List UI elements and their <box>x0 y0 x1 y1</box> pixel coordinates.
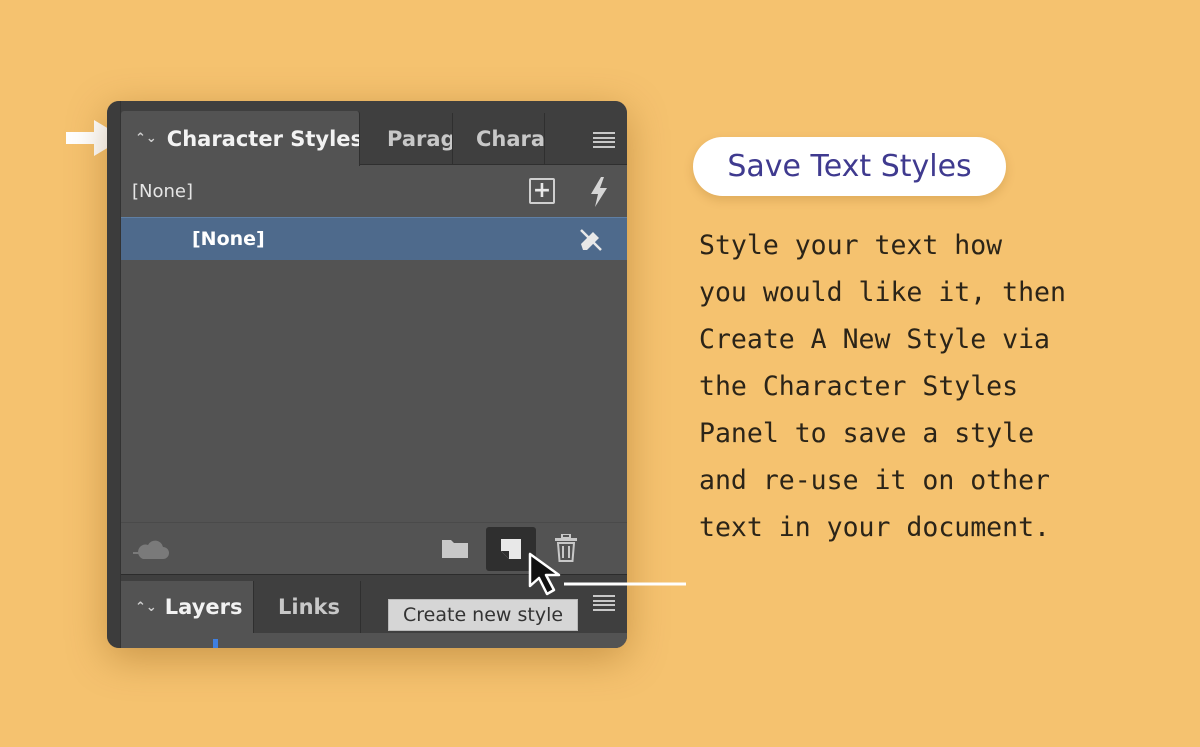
sort-chevron-icon: ⌃⌄ <box>135 131 157 146</box>
cc-library-icon[interactable] <box>131 537 171 561</box>
layer-color-indicator <box>213 639 218 648</box>
description-line: text in your document. <box>699 512 1050 543</box>
description-line: Create A New Style via <box>699 324 1050 355</box>
default-style-row[interactable]: [None] + <box>121 165 627 217</box>
tooltip: Create new style <box>388 599 579 631</box>
description-line: you would like it, then <box>699 277 1066 308</box>
tab-label: Character <box>476 127 545 151</box>
quick-apply-icon[interactable] <box>589 177 609 207</box>
stage: ⌃⌄ Character Styles Paragraph Styles Cha… <box>0 0 1200 747</box>
mouse-pointer-icon <box>528 552 561 596</box>
clear-overrides-icon[interactable] <box>577 226 605 254</box>
panel-menu-icon[interactable] <box>593 132 615 148</box>
selected-style-label: [None] <box>192 228 265 250</box>
tab-links[interactable]: Links <box>255 581 361 633</box>
panel-dock-strip <box>107 101 121 648</box>
new-style-icon <box>501 539 521 559</box>
tab-label: Character Styles <box>166 126 360 151</box>
default-style-label: [None] <box>132 180 194 202</box>
selected-style-row[interactable]: [None] <box>121 217 627 260</box>
panel-tab-bar: ⌃⌄ Character Styles Paragraph Styles Cha… <box>121 101 627 166</box>
description-line: Panel to save a style <box>699 418 1035 449</box>
layers-content <box>121 633 627 648</box>
description-line: Style your text how <box>699 230 1003 261</box>
sort-chevron-icon: ⌃⌄ <box>135 599 157 615</box>
callout-title: Save Text Styles <box>693 137 1006 196</box>
tab-character[interactable]: Character <box>453 113 545 165</box>
folder-icon[interactable] <box>441 537 469 559</box>
styles-list <box>121 260 627 522</box>
tab-layers[interactable]: ⌃⌄ Layers <box>121 581 254 633</box>
tab-character-styles[interactable]: ⌃⌄ Character Styles <box>121 111 360 166</box>
tab-label: Paragraph Styles <box>387 127 452 151</box>
tab-label: Layers <box>164 595 243 619</box>
description-line: and re-use it on other <box>699 465 1050 496</box>
new-group-icon[interactable]: + <box>529 178 555 204</box>
tab-paragraph-styles[interactable]: Paragraph Styles <box>361 113 453 165</box>
tab-label: Links <box>278 595 340 619</box>
description-line: the Character Styles <box>699 371 1019 402</box>
callout-description: Style your text how you would like it, t… <box>699 222 1169 551</box>
